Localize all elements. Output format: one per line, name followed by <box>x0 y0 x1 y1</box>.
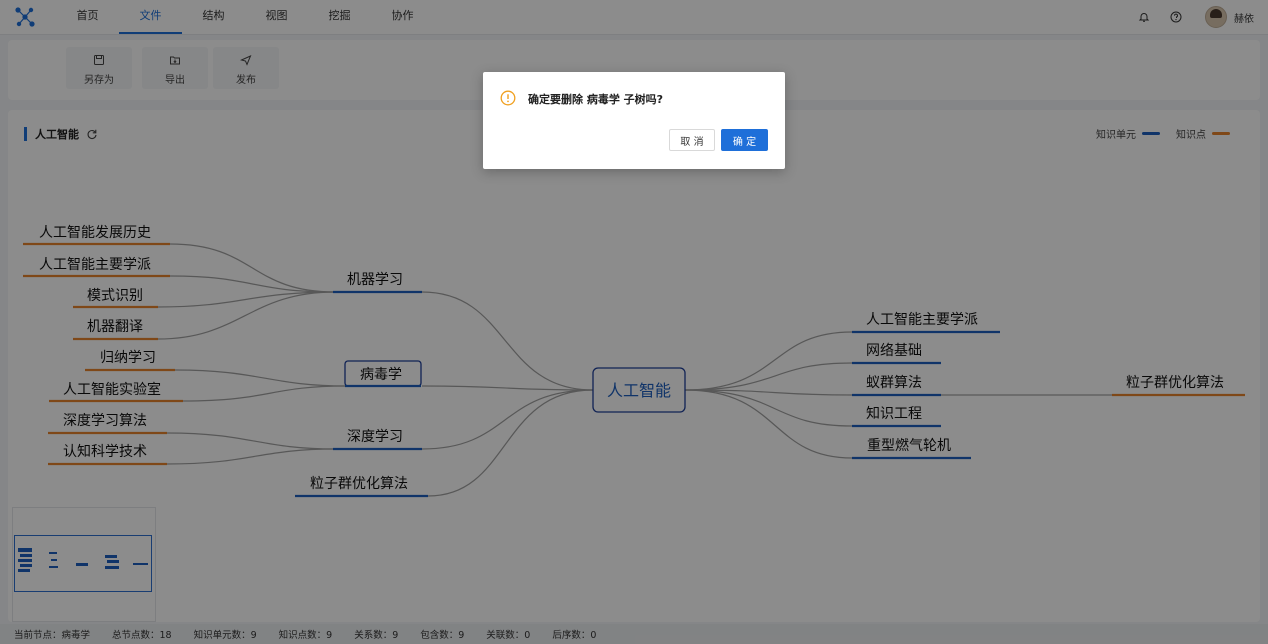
confirm-delete-dialog: 确定要删除 病毒学 子树吗? 取 消 确 定 <box>483 72 785 169</box>
warning-icon <box>500 90 516 106</box>
dialog-message: 确定要删除 病毒学 子树吗? <box>528 93 664 106</box>
cancel-button[interactable]: 取 消 <box>669 129 715 151</box>
confirm-button[interactable]: 确 定 <box>721 129 768 151</box>
